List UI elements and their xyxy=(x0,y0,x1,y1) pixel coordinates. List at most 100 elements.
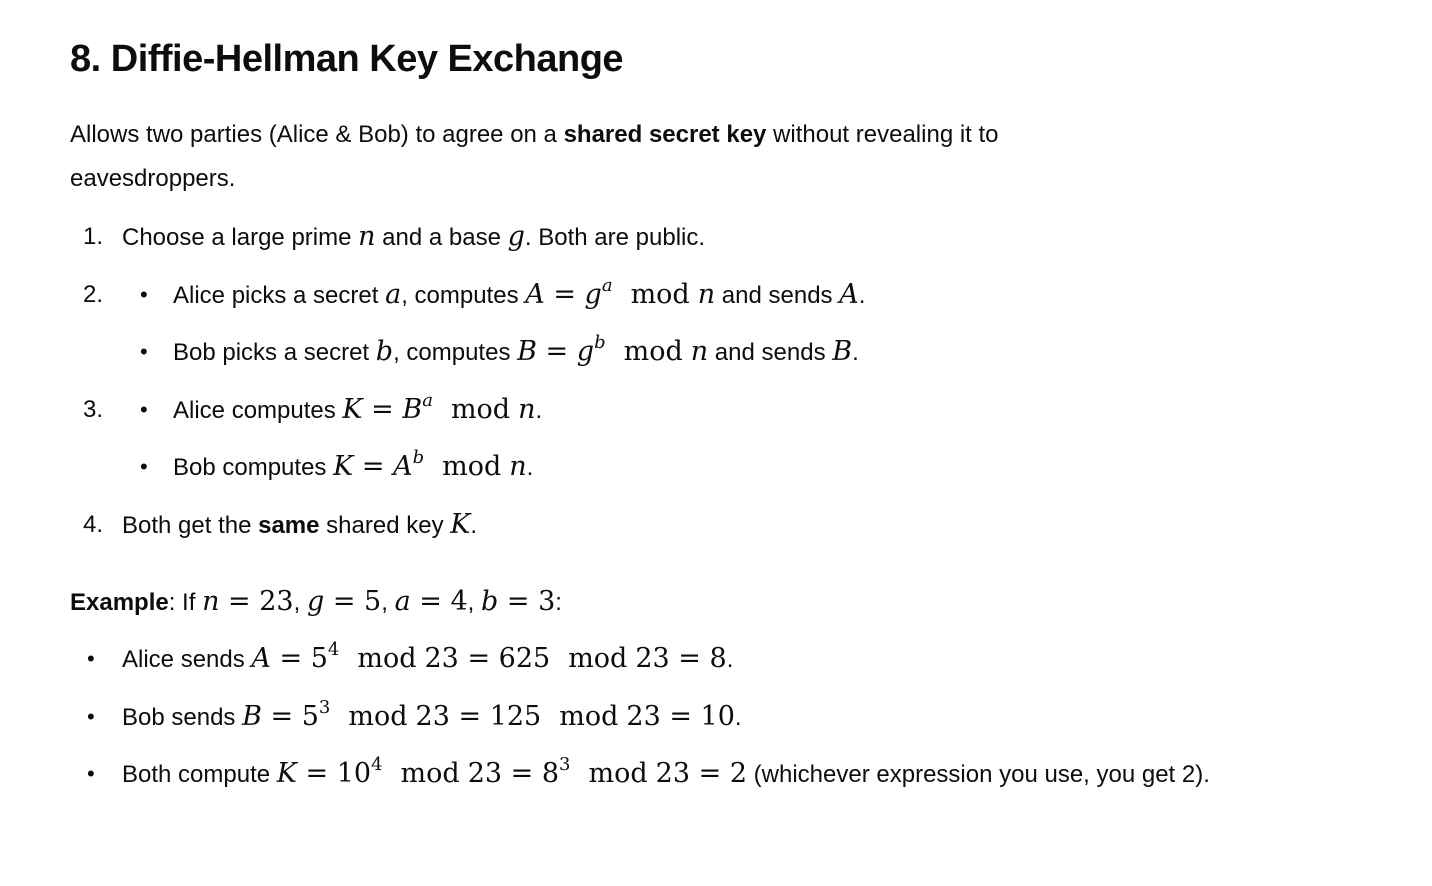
math-mod: mod xyxy=(442,451,502,482)
math-var: n xyxy=(202,586,220,617)
math-mod: mod xyxy=(630,279,690,310)
math-var: n xyxy=(358,221,376,252)
math-op: = xyxy=(660,701,701,732)
math-mod: mod xyxy=(400,758,460,789)
math-num: 23 xyxy=(467,758,503,789)
math-var: b xyxy=(375,336,394,367)
text: , xyxy=(467,589,482,616)
step-3-alice: Alice computes K = Ba mod n. xyxy=(173,388,542,433)
math-num: 23 xyxy=(626,701,661,732)
math-var: A xyxy=(393,451,413,482)
math-op: = xyxy=(458,643,499,674)
step-3-bob-text: Bob computes K = Ab mod n. xyxy=(173,445,533,490)
text: Bob sends xyxy=(122,704,243,731)
math-exp: 3 xyxy=(559,754,571,775)
text: . Both are public. xyxy=(524,224,706,251)
math-var: K xyxy=(276,758,297,789)
math-op: = xyxy=(498,586,539,617)
text: Bob computes xyxy=(173,454,334,481)
math-num: 8 xyxy=(709,643,727,674)
math-num: 5 xyxy=(301,701,319,732)
intro-bold: shared secret key xyxy=(563,121,767,148)
math-num: 8 xyxy=(541,758,560,789)
math-var: B xyxy=(402,394,423,425)
math-op: = xyxy=(449,701,490,732)
bold-text: same xyxy=(258,512,320,539)
math-var: B xyxy=(517,336,537,367)
math-exp: a xyxy=(422,390,433,411)
example-alice-text: Alice sends A = 54 mod 23 = 625 mod 23 = 8. xyxy=(122,637,733,682)
step-3: 3. • Alice computes K = Ba mod n. xyxy=(70,388,970,432)
step-2-alice: Alice picks a secret a, computes A = ga m… xyxy=(173,273,865,318)
text: . xyxy=(852,339,859,366)
math-var: B xyxy=(242,701,262,732)
intro-text-before: Allows two parties (Alice & Bob) to agre… xyxy=(70,121,564,148)
math-op: = xyxy=(410,586,451,617)
math-num: 10 xyxy=(700,701,735,732)
math-num: 23 xyxy=(415,701,450,732)
math-exp: b xyxy=(412,447,425,468)
math-num: 23 xyxy=(655,758,691,789)
example-alice: • Alice sends A = 54 mod 23 = 625 mod 23 = 8… xyxy=(70,637,1070,681)
step-number: 2. xyxy=(83,281,104,308)
math-var: A xyxy=(525,279,545,310)
text: Bob picks a secret xyxy=(173,339,376,366)
example-bob-text: Bob sends B = 53 mod 23 = 125 mod 23 = 10. xyxy=(122,695,742,740)
text: and sends xyxy=(715,282,840,309)
text: Alice picks a secret xyxy=(173,282,386,309)
bullet-icon: • xyxy=(140,454,148,479)
math-mod: mod xyxy=(559,701,619,732)
math-mod: mod xyxy=(623,336,683,367)
text: Both get the xyxy=(122,512,259,539)
step-number: 4. xyxy=(83,511,104,538)
text: . xyxy=(535,397,543,424)
bullet-icon: • xyxy=(87,646,95,671)
math-num: 125 xyxy=(489,701,542,732)
math-exp: 4 xyxy=(371,754,383,775)
example-intro: Example: If n = 23, g = 5, a = 4, b = 3: xyxy=(70,580,562,625)
math-mod: mod xyxy=(588,758,648,789)
text: Alice computes xyxy=(173,397,343,424)
text: . xyxy=(726,646,734,673)
math-mod: mod xyxy=(357,643,417,674)
math-num: 3 xyxy=(538,586,556,617)
text: : xyxy=(555,589,562,616)
math-var: B xyxy=(832,336,853,367)
text: . xyxy=(734,704,742,731)
text: , xyxy=(381,589,395,616)
text: and a base xyxy=(375,224,508,251)
math-var: g xyxy=(507,221,525,252)
math-var: g xyxy=(584,279,602,310)
math-exp: b xyxy=(594,332,606,353)
math-op: = xyxy=(261,701,302,732)
math-op: = xyxy=(324,586,365,617)
math-var: g xyxy=(576,336,595,367)
math-num: 2 xyxy=(729,758,747,789)
step-number: 3. xyxy=(83,396,104,423)
example-bob: • Bob sends B = 53 mod 23 = 125 mod 23 = 10. xyxy=(70,695,1070,739)
step-1-text: Choose a large prime n and a base g. Bot… xyxy=(122,215,705,260)
math-exp: a xyxy=(601,275,613,296)
math-num: 5 xyxy=(364,586,382,617)
step-2: 2. • Alice picks a secret a, computes A … xyxy=(70,273,1070,317)
bullet-icon: • xyxy=(140,339,148,364)
bullet-icon: • xyxy=(140,282,148,307)
math-var: n xyxy=(509,451,527,482)
text: , computes xyxy=(401,282,526,309)
math-op: = xyxy=(536,336,577,367)
math-op: = xyxy=(502,758,542,789)
math-var: n xyxy=(697,279,716,310)
math-op: = xyxy=(296,758,337,789)
step-4-text: Both get the same shared key K. xyxy=(122,503,477,548)
math-num: 23 xyxy=(424,643,459,674)
math-var: a xyxy=(385,279,402,310)
math-num: 625 xyxy=(498,643,551,674)
example-label: Example xyxy=(70,589,169,616)
math-var: A xyxy=(839,279,859,310)
step-2-bob: • Bob picks a secret b, computes B = gb m… xyxy=(70,330,1070,374)
math-num: 23 xyxy=(635,643,670,674)
text: and sends xyxy=(708,339,833,366)
math-op: = xyxy=(353,451,394,482)
text: (whichever expression you use, you get 2… xyxy=(747,761,1210,788)
bullet-icon: • xyxy=(140,397,148,422)
